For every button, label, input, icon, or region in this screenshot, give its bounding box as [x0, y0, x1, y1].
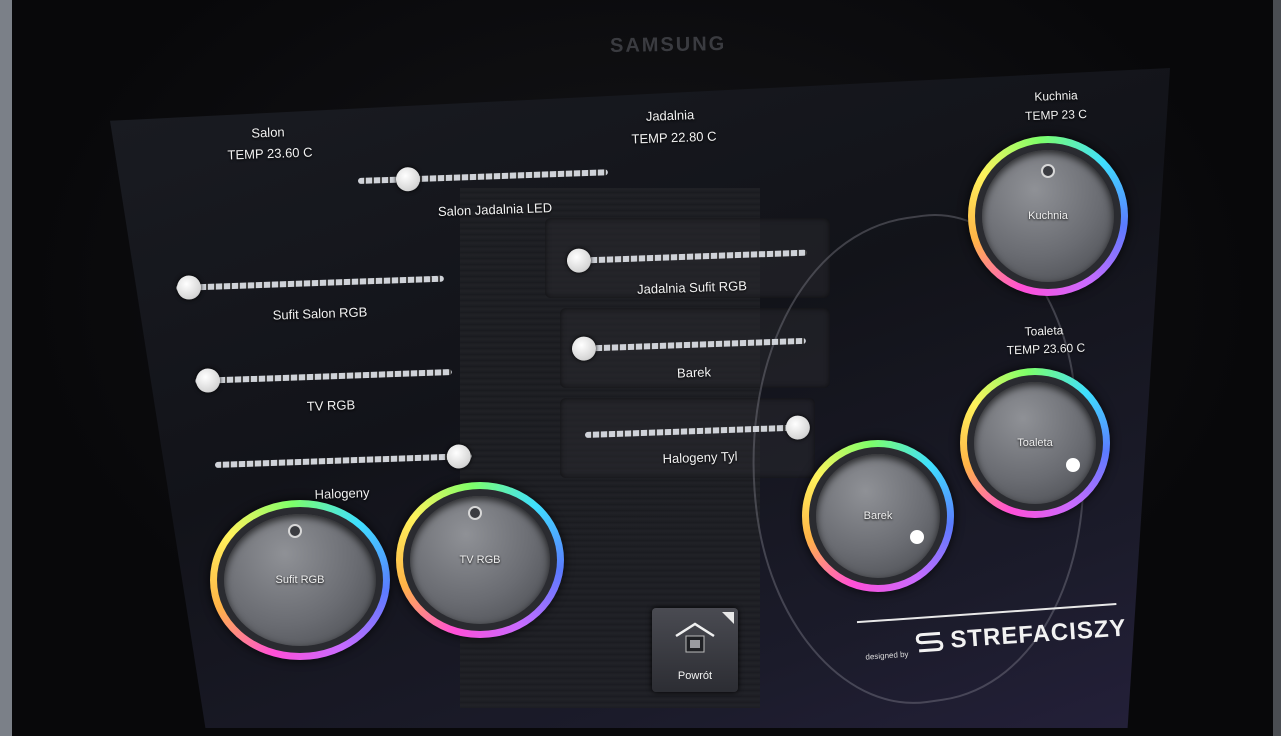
knob-label-barek: Barek: [863, 510, 893, 522]
device-edge-right: [1273, 0, 1281, 736]
color-wheel-sufit-rgb[interactable]: Sufit RGB: [210, 500, 390, 660]
knob-indicator: [468, 506, 482, 520]
slider-label-tv-rgb: TV RGB: [306, 397, 356, 414]
knob-label-tv-rgb: TV RGB: [459, 554, 501, 566]
knob-indicator: [1066, 458, 1080, 472]
designed-by-label: designed by: [865, 649, 909, 662]
device-edge-left: [0, 0, 12, 736]
back-label: Powrót: [677, 670, 713, 682]
device-brand: SAMSUNG: [609, 32, 727, 58]
slider-label-barek: Barek: [676, 364, 712, 381]
slider-label-halogeny: Halogeny: [314, 485, 370, 502]
color-wheel-tv-rgb[interactable]: TV RGB: [396, 482, 564, 638]
knob-indicator: [1041, 164, 1055, 178]
back-button[interactable]: Powrót: [652, 608, 738, 692]
room-name-toaleta: Toaleta: [1024, 323, 1064, 339]
knob-indicator: [288, 524, 302, 538]
slider-label-halogeny-tyl: Halogeny Tyl: [662, 448, 738, 467]
color-wheel-toaleta[interactable]: Toaleta: [960, 368, 1110, 518]
room-name-salon: Salon: [251, 124, 285, 141]
home-icon: [675, 622, 715, 653]
color-wheel-kuchnia[interactable]: Kuchnia: [968, 136, 1128, 296]
color-wheel-barek[interactable]: Barek: [802, 440, 954, 592]
knob-indicator: [910, 530, 924, 544]
logo-text: STREFACISZY: [949, 614, 1128, 654]
knob-label-kuchnia: Kuchnia: [1028, 210, 1068, 222]
knob-label-sufit-rgb: Sufit RGB: [275, 574, 325, 586]
logo-s-icon: [915, 631, 944, 653]
knob-label-toaleta: Toaleta: [1017, 437, 1053, 449]
room-name-jadalnia: Jadalnia: [645, 107, 695, 124]
room-name-kuchnia: Kuchnia: [1034, 88, 1078, 104]
corner-indicator-icon: [722, 612, 734, 624]
